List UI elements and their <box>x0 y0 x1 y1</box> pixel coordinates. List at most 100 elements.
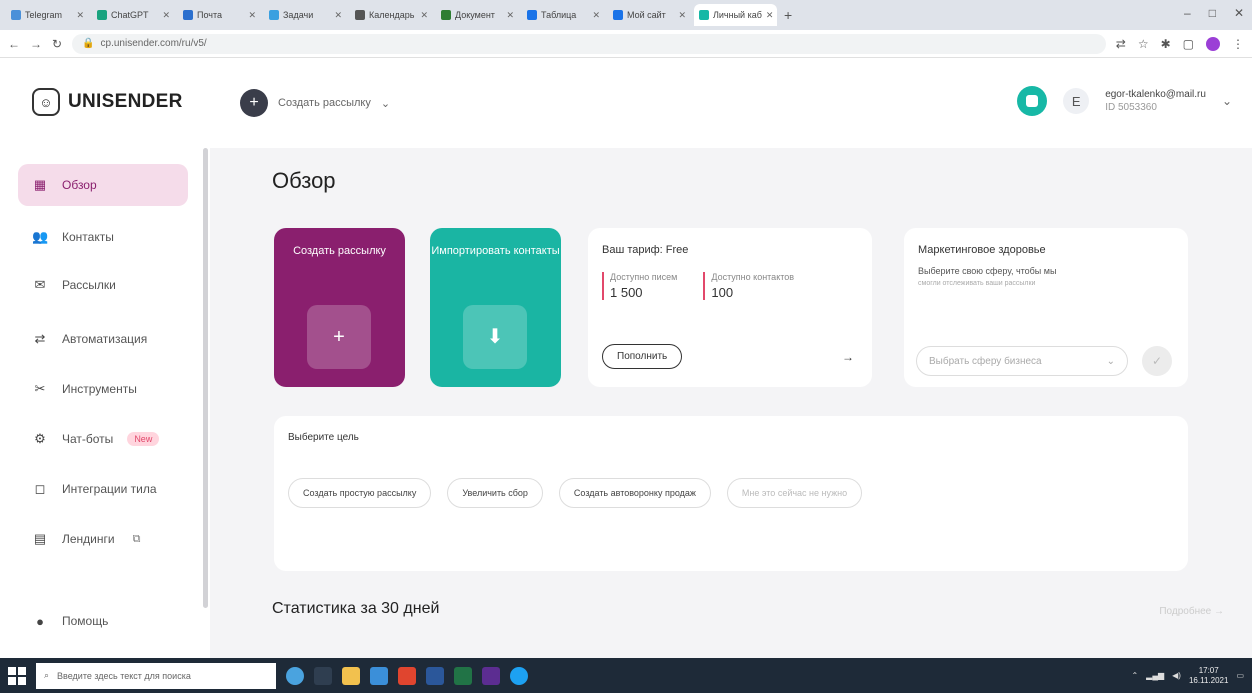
sidebar-item-overview[interactable]: ▦ Обзор <box>18 164 188 206</box>
close-icon[interactable]: ✕ <box>592 10 600 21</box>
sidebar-item-automation[interactable]: ⇄ Автоматизация <box>18 318 188 360</box>
business-sphere-select[interactable]: Выбрать сферу бизнеса ⌄ <box>916 346 1128 376</box>
url-text: cp.unisender.com/ru/v5/ <box>100 38 207 49</box>
system-tray: ⌃ ▂▄▆ ◀) 17:07 16.11.2021 ▭ <box>1131 658 1244 693</box>
logo[interactable]: ☺ UNISENDER <box>32 88 183 116</box>
sidebar-item-label: Помощь <box>62 614 109 628</box>
word-icon[interactable] <box>426 666 444 685</box>
header-user-area: E egor-tkalenko@mail.ru ID 5053360 ⌄ <box>1017 86 1232 116</box>
goal-title: Выберите цель <box>288 432 359 443</box>
arrow-right-icon[interactable]: → <box>842 350 854 364</box>
new-tab-button[interactable]: + <box>784 7 792 23</box>
sidebar-icon[interactable]: ▢ <box>1183 37 1194 51</box>
browser-tab[interactable]: Таблица ✕ <box>522 4 605 26</box>
network-icon[interactable]: ▂▄▆ <box>1146 671 1164 680</box>
star-icon[interactable]: ☆ <box>1138 37 1149 51</box>
main-content: Обзор Создать рассылку + Импортировать к… <box>210 148 1252 658</box>
clock-date: 16.11.2021 <box>1188 675 1229 685</box>
details-link[interactable]: Подробнее → <box>1159 606 1224 617</box>
back-icon[interactable]: ← <box>8 37 20 51</box>
url-field[interactable]: 🔒 cp.unisender.com/ru/v5/ <box>72 33 1106 54</box>
goal-chip[interactable]: Увеличить сбор <box>447 478 543 508</box>
browser-tab[interactable]: Почта ✕ <box>178 4 261 26</box>
windows-start-icon[interactable] <box>8 666 26 685</box>
sidebar-item-label: Интеграции тила <box>62 482 157 496</box>
browser-tab[interactable]: Мой сайт ✕ <box>608 4 691 26</box>
browser-tab-active[interactable]: Личный каб ✕ <box>694 4 777 26</box>
close-icon[interactable]: ✕ <box>76 10 84 21</box>
close-icon[interactable]: ✕ <box>420 10 428 21</box>
sidebar-item-integrations[interactable]: ◻ Интеграции тила <box>18 468 188 510</box>
close-icon[interactable]: ✕ <box>162 10 170 21</box>
taskbar-search[interactable]: ⌕ Введите здесь текст для поиска <box>36 662 276 689</box>
explorer-icon[interactable] <box>342 666 360 685</box>
browser-tab[interactable]: ChatGPT ✕ <box>92 4 175 26</box>
cortana-icon[interactable] <box>286 666 304 685</box>
tray-arrow-icon[interactable]: ⌃ <box>1131 671 1138 680</box>
help-icon: ● <box>36 613 44 629</box>
close-icon[interactable]: ✕ <box>248 10 256 21</box>
extensions-icon[interactable]: ✱ <box>1161 37 1171 51</box>
browser-tab[interactable]: Документ ✕ <box>436 4 519 26</box>
excel-icon[interactable] <box>454 666 472 685</box>
profile-icon[interactable] <box>1206 36 1220 51</box>
plus-icon: + <box>240 89 268 117</box>
sidebar-item-chatbots[interactable]: ⚙ Чат-боты New <box>18 418 188 460</box>
sidebar-scrollbar[interactable] <box>203 148 208 608</box>
goal-chip-skip[interactable]: Мне это сейчас не нужно <box>726 478 863 508</box>
tools-icon: ✂ <box>34 381 46 396</box>
close-icon[interactable]: ✕ <box>334 10 342 21</box>
user-info[interactable]: egor-tkalenko@mail.ru ID 5053360 <box>1105 88 1206 114</box>
browser-tab[interactable]: Календарь ✕ <box>350 4 433 26</box>
stats-title: Статистика за 30 дней <box>272 600 440 617</box>
edge-icon[interactable] <box>510 666 528 685</box>
volume-icon[interactable]: ◀) <box>1172 671 1181 680</box>
upgrade-button[interactable]: Пополнить <box>602 344 683 369</box>
sidebar-item-landings[interactable]: ▤ Лендинги ⧉ <box>18 518 188 560</box>
close-icon[interactable]: ✕ <box>506 10 514 21</box>
close-window-button[interactable]: ✕ <box>1234 6 1244 20</box>
chat-button[interactable] <box>1017 86 1048 116</box>
tab-label: Документ <box>455 10 495 20</box>
menu-icon[interactable]: ⋮ <box>1232 37 1244 51</box>
automation-icon: ⇄ <box>34 331 46 346</box>
goal-chip[interactable]: Создать простую рассылку <box>288 478 432 508</box>
sidebar-item-tools[interactable]: ✂ Инструменты <box>18 368 188 410</box>
sidebar-item-label: Контакты <box>62 230 114 244</box>
download-icon: ⬇ <box>463 305 527 369</box>
notifications-icon[interactable]: ▭ <box>1236 671 1244 680</box>
window-controls: – □ ✕ <box>1184 6 1244 20</box>
translate-icon[interactable]: ⇄ <box>1116 37 1126 51</box>
clock[interactable]: 17:07 16.11.2021 <box>1189 666 1228 686</box>
create-campaign-button[interactable]: + Создать рассылку ⌄ <box>240 89 390 117</box>
maximize-button[interactable]: □ <box>1209 6 1216 20</box>
tile-label: Импортировать контакты <box>431 245 560 257</box>
opera-icon[interactable] <box>398 666 416 685</box>
browser-tab[interactable]: Telegram ✕ <box>6 4 89 26</box>
sidebar-item-contacts[interactable]: 👥 Контакты <box>18 216 188 258</box>
user-id: ID 5053360 <box>1105 102 1157 113</box>
external-link-icon: ⧉ <box>132 532 141 545</box>
goal-chip[interactable]: Создать автоворонку продаж <box>558 478 711 508</box>
close-icon[interactable]: ✕ <box>766 10 774 21</box>
marketing-health-card: Маркетинговое здоровье Выберите свою сфе… <box>904 228 1188 387</box>
avatar[interactable]: E <box>1063 88 1090 114</box>
browser-tab[interactable]: Задачи ✕ <box>264 4 347 26</box>
confirm-button[interactable]: ✓ <box>1142 346 1172 376</box>
reload-icon[interactable]: ↻ <box>52 37 62 51</box>
tab-label: Личный каб <box>713 10 762 20</box>
forward-icon[interactable]: → <box>30 37 42 51</box>
task-view-icon[interactable] <box>314 666 332 685</box>
minimize-button[interactable]: – <box>1184 6 1191 20</box>
vs-icon[interactable] <box>482 666 500 685</box>
logo-icon: ☺ <box>32 88 60 116</box>
import-contacts-tile[interactable]: Импортировать контакты ⬇ <box>430 228 561 387</box>
chevron-down-icon[interactable]: ⌄ <box>1222 94 1232 108</box>
create-campaign-tile[interactable]: Создать рассылку + <box>274 228 405 387</box>
store-icon[interactable] <box>370 666 388 685</box>
sidebar-item-campaigns[interactable]: ✉ Рассылки <box>18 264 188 306</box>
sidebar-item-label: Автоматизация <box>62 332 148 346</box>
tariff-limits: Доступно писем 1 500 Доступно контактов … <box>602 272 858 300</box>
sidebar-item-help[interactable]: ● Помощь <box>18 600 188 642</box>
close-icon[interactable]: ✕ <box>678 10 686 21</box>
